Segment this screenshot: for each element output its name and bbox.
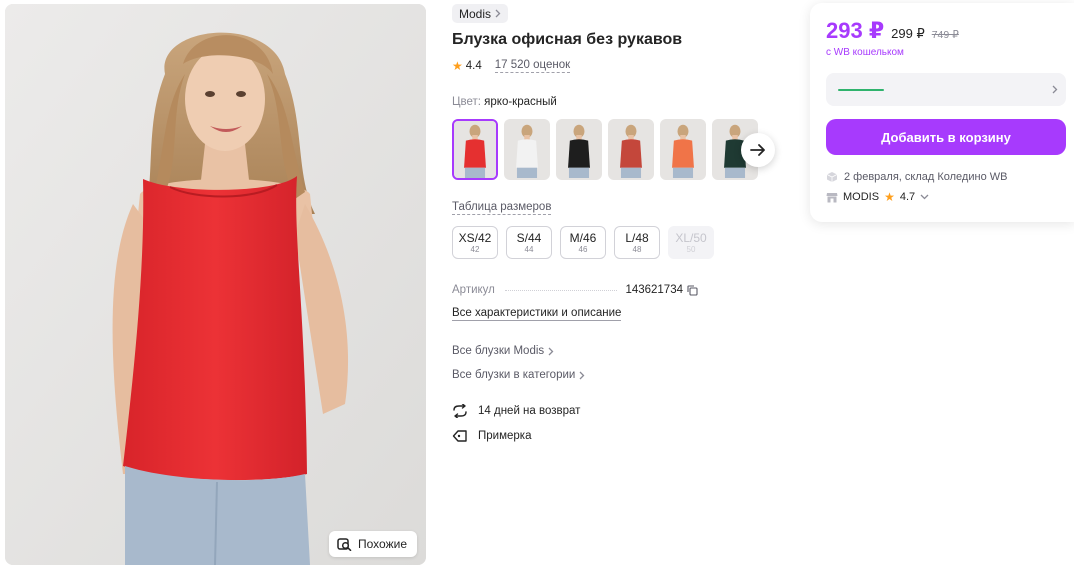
similar-button[interactable]: Похожие: [329, 531, 417, 557]
size-ru: 50: [686, 244, 696, 254]
similar-label: Похожие: [358, 537, 407, 551]
all-category-blouses-link[interactable]: Все блузки в категории: [452, 369, 585, 381]
brand-chip[interactable]: Modis: [452, 4, 509, 23]
color-thumbnail[interactable]: [452, 119, 498, 180]
wallet-note: с WB кошельком: [826, 47, 904, 58]
size-option[interactable]: M/46 46: [560, 226, 606, 259]
similar-search-icon: [337, 537, 352, 551]
size-option[interactable]: L/48 48: [614, 226, 660, 259]
size-ru: 46: [578, 244, 588, 254]
seller-rating: 4.7: [899, 191, 916, 203]
box-icon: [826, 172, 838, 182]
color-label-key: Цвет:: [452, 96, 481, 108]
thumbnails-next-button[interactable]: [741, 133, 775, 167]
chevron-down-icon: [920, 194, 929, 200]
sku-value: 143621734: [625, 284, 683, 296]
all-characteristics-link[interactable]: Все характеристики и описание: [452, 307, 622, 321]
wallet-selector[interactable]: [826, 73, 1066, 106]
thumbnail-image: [454, 121, 496, 178]
price-card: 293 ₽ 299 ₽ 749 ₽ с WB кошельком Добавит…: [810, 3, 1074, 222]
product-photo-image: [5, 4, 426, 565]
seller-info[interactable]: MODIS ★ 4.7: [826, 190, 929, 204]
delivery-info: 2 февраля, склад Коледино WB: [826, 171, 1007, 183]
size-option[interactable]: S/44 44: [506, 226, 552, 259]
thumbnail-image: [506, 121, 548, 178]
wallet-progress-bar: [838, 88, 884, 91]
chevron-right-icon: [579, 371, 585, 379]
size-ru: 44: [524, 244, 534, 254]
chevron-right-icon: [548, 347, 554, 355]
sku-dots: [504, 290, 618, 291]
color-thumbnail[interactable]: [608, 119, 654, 180]
add-to-cart-button[interactable]: Добавить в корзину: [826, 119, 1066, 155]
return-arrows-icon: [453, 404, 467, 418]
size-label: S/44: [516, 230, 542, 245]
color-thumbnail[interactable]: [556, 119, 602, 180]
chevron-right-icon: [495, 9, 501, 18]
delivery-text: 2 февраля, склад Коледино WB: [844, 171, 1008, 183]
size-ru: 42: [470, 244, 480, 254]
all-brand-blouses-link[interactable]: Все блузки Modis: [452, 345, 554, 357]
wallet-price: 293 ₽: [826, 18, 885, 43]
size-table-link[interactable]: Таблица размеров: [452, 201, 552, 215]
color-thumbnail[interactable]: [660, 119, 706, 180]
size-option[interactable]: XS/42 42: [452, 226, 498, 259]
chevron-right-icon: [1052, 85, 1058, 94]
all-brand-blouses-label: Все блузки Modis: [452, 345, 545, 357]
color-thumbnail[interactable]: [504, 119, 550, 180]
returns-feature: 14 дней на возврат: [452, 404, 580, 418]
size-label: XS/42: [458, 230, 492, 245]
thumbnail-image: [662, 121, 704, 178]
price-row: 293 ₽ 299 ₽ 749 ₽: [826, 18, 959, 44]
old-price: 749 ₽: [931, 29, 959, 41]
sku-row: Артикул 143621734: [452, 284, 698, 296]
size-ru: 48: [632, 244, 642, 254]
thumbnail-image: [610, 121, 652, 178]
size-label: L/48: [625, 230, 649, 245]
price-without-wallet: 299 ₽: [891, 26, 925, 41]
rating-value: 4.4: [465, 60, 482, 72]
sku-label: Артикул: [452, 284, 495, 296]
size-selector: XS/42 42 S/44 44 M/46 46 L/48 48 XL/50 50: [452, 226, 714, 259]
rating-row: ★ 4.4 17 520 оценок: [452, 59, 571, 73]
size-option: XL/50 50: [668, 226, 714, 259]
tag-icon: [452, 430, 467, 442]
reviews-link[interactable]: 17 520 оценок: [494, 59, 571, 73]
thumbnail-image: [558, 121, 600, 178]
star-icon: ★: [884, 190, 895, 204]
brand-name: Modis: [459, 6, 492, 21]
fitting-label: Примерка: [478, 430, 532, 442]
copy-icon[interactable]: [687, 284, 698, 296]
size-label: M/46: [569, 230, 597, 245]
all-category-blouses-label: Все блузки в категории: [452, 369, 576, 381]
arrow-right-icon: [750, 144, 765, 156]
product-title: Блузка офисная без рукавов: [452, 31, 683, 48]
size-label: XL/50: [675, 230, 707, 245]
color-label-value: ярко-красный: [484, 96, 557, 108]
product-main-photo[interactable]: Похожие: [5, 4, 426, 565]
color-label: Цвет: ярко-красный: [452, 96, 557, 108]
star-icon: ★: [452, 59, 463, 73]
shop-icon: [826, 192, 838, 202]
color-thumbnails: [452, 119, 758, 180]
seller-name: MODIS: [843, 191, 880, 203]
returns-label: 14 дней на возврат: [478, 405, 581, 417]
fitting-feature: Примерка: [452, 429, 531, 443]
